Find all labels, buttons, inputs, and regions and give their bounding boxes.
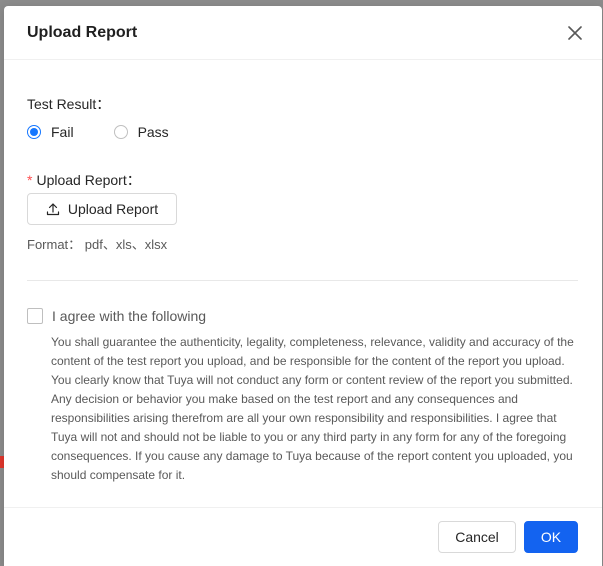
upload-report-button[interactable]: Upload Report bbox=[27, 193, 177, 225]
agreement-text: You shall guarantee the authenticity, le… bbox=[51, 335, 574, 482]
modal-header: Upload Report bbox=[4, 6, 602, 60]
radio-fail[interactable]: Fail bbox=[27, 124, 74, 140]
test-result-label: Test Result： bbox=[27, 96, 111, 112]
ok-button[interactable]: OK bbox=[524, 521, 578, 553]
radio-fail-indicator[interactable] bbox=[27, 125, 41, 139]
radio-pass[interactable]: Pass bbox=[113, 124, 169, 140]
format-hint: Format： pdf、xls、xlsx bbox=[27, 237, 168, 252]
agree-checkbox-row[interactable]: I agree with the following bbox=[27, 308, 206, 324]
agree-checkbox-label: I agree with the following bbox=[52, 308, 207, 324]
radio-fail-label: Fail bbox=[51, 124, 74, 140]
radio-pass-label: Pass bbox=[137, 124, 169, 140]
close-button[interactable] bbox=[566, 24, 584, 42]
required-mark: * bbox=[27, 172, 33, 188]
divider bbox=[27, 280, 578, 281]
upload-report-button-label: Upload Report bbox=[67, 201, 159, 217]
cancel-button[interactable]: Cancel bbox=[438, 521, 516, 553]
upload-report-label-text: Upload Report： bbox=[36, 172, 141, 188]
modal-title: Upload Report bbox=[27, 23, 138, 41]
test-result-radio-group: Fail Pass bbox=[27, 124, 169, 140]
close-icon bbox=[568, 25, 582, 40]
upload-report-modal: Upload Report Test Result： Fail Pass * Up… bbox=[4, 6, 602, 566]
modal-footer: Cancel OK bbox=[4, 507, 602, 566]
upload-report-label: * Upload Report： bbox=[27, 170, 141, 190]
upload-icon bbox=[46, 203, 59, 216]
radio-pass-indicator[interactable] bbox=[113, 125, 128, 139]
agree-checkbox[interactable] bbox=[27, 308, 43, 324]
